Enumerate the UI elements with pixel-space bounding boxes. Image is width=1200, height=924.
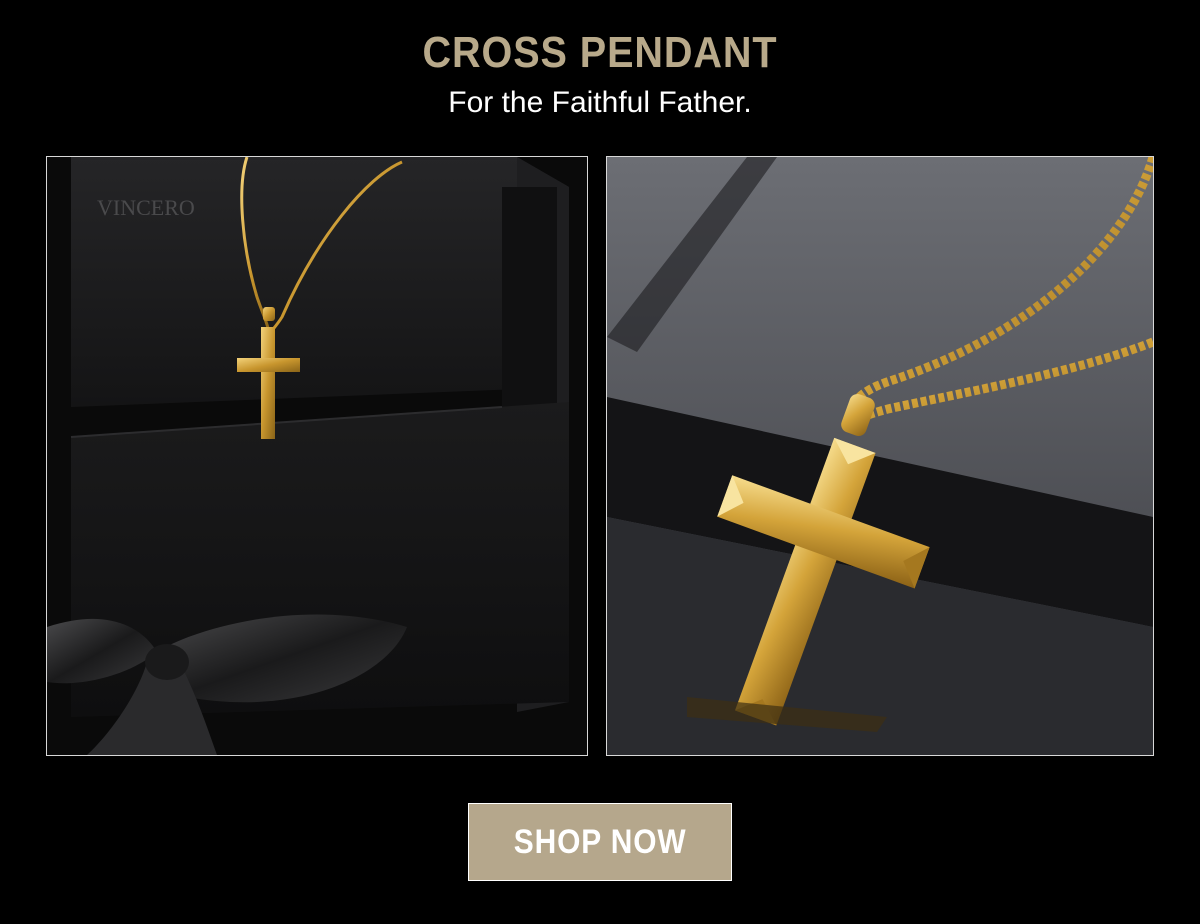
cross-closeup-illustration <box>607 157 1153 755</box>
page-subtitle: For the Faithful Father. <box>448 86 752 119</box>
gift-box-illustration: VINCERO <box>47 157 587 755</box>
product-image-cross-closeup[interactable] <box>606 156 1154 756</box>
vincero-brand-mark: VINCERO <box>97 195 195 220</box>
shop-now-label: SHOP NOW <box>513 822 687 861</box>
product-image-gift-box[interactable]: VINCERO <box>46 156 588 756</box>
page-title: CROSS PENDANT <box>422 28 778 77</box>
shop-now-button[interactable]: SHOP NOW <box>468 803 732 881</box>
